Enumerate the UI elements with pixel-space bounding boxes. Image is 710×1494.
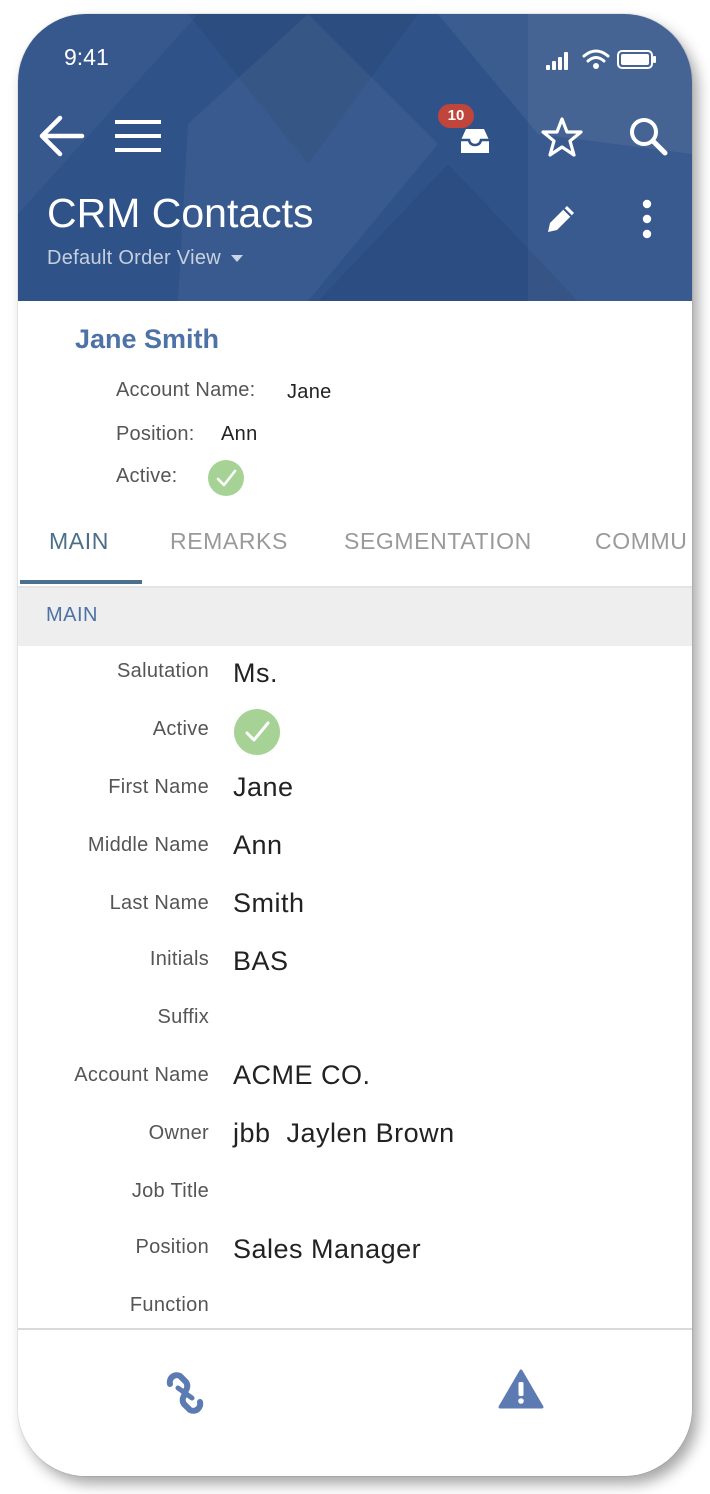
field-label-suffix: Suffix <box>157 1006 209 1028</box>
field-label-active: Active <box>152 718 209 740</box>
tab-bar: MAIN REMARKS SEGMENTATION COMMU <box>18 510 692 588</box>
field-label-job-title: Job Title <box>131 1180 209 1202</box>
section-title: MAIN <box>46 604 98 626</box>
field-value-position: Sales Manager <box>233 1234 422 1264</box>
battery-icon <box>617 50 656 69</box>
field-value-salutation: Ms. <box>233 658 278 688</box>
pencil-icon[interactable] <box>544 202 578 236</box>
page-title: CRM Contacts <box>47 190 314 236</box>
field-label-position: Position <box>135 1236 209 1258</box>
vertical-dots-icon[interactable] <box>640 198 654 240</box>
field-label-middle-name: Middle Name <box>87 834 209 856</box>
field-value-owner: jbb Jaylen Brown <box>233 1118 455 1148</box>
chain-link-icon[interactable] <box>162 1370 208 1416</box>
search-icon[interactable] <box>628 116 670 158</box>
active-tab-indicator <box>20 580 142 584</box>
field-label-owner: Owner <box>148 1122 209 1144</box>
field-label-first-name: First Name <box>108 776 209 798</box>
tab-main[interactable]: MAIN <box>49 528 109 555</box>
warning-triangle-icon[interactable] <box>498 1368 544 1410</box>
arrow-left-icon[interactable] <box>38 114 86 158</box>
status-icons <box>546 46 658 72</box>
hamburger-menu-icon[interactable] <box>115 118 161 154</box>
view-selector-label: Default Order View <box>47 247 221 269</box>
star-icon[interactable] <box>540 116 584 158</box>
field-label-last-name: Last Name <box>109 892 209 914</box>
summary-value-account-name: Jane <box>287 381 332 403</box>
tab-communication[interactable]: COMMU <box>595 528 687 555</box>
section-header: MAIN <box>18 588 692 646</box>
summary-label-position: Position: <box>116 423 195 445</box>
status-time: 9:41 <box>64 44 109 70</box>
tab-remarks[interactable]: REMARKS <box>170 528 288 555</box>
caret-down-icon <box>231 255 243 263</box>
app-header: 9:41 10 CRM Contacts Default Order View <box>18 14 692 301</box>
contact-name: Jane Smith <box>75 324 220 354</box>
phone-frame: 9:41 10 CRM Contacts Default Order View … <box>18 14 692 1476</box>
summary-value-position: Ann <box>221 423 258 445</box>
field-label-account-name: Account Name <box>74 1064 209 1086</box>
field-label-function: Function <box>129 1294 209 1316</box>
summary-label-account-name: Account Name: <box>116 379 256 401</box>
field-active-check-icon <box>234 709 280 755</box>
summary-active-check-icon <box>208 460 244 496</box>
view-selector[interactable]: Default Order View <box>47 247 243 270</box>
summary-label-active: Active: <box>116 465 178 487</box>
field-value-account-name: ACME CO. <box>233 1060 371 1090</box>
signal-icon <box>546 52 568 70</box>
tab-segmentation[interactable]: SEGMENTATION <box>344 528 532 555</box>
inbox-badge: 10 <box>438 104 474 128</box>
inbox-tray-icon[interactable] <box>458 126 492 156</box>
field-label-salutation: Salutation <box>117 660 209 682</box>
field-value-last-name: Smith <box>233 888 305 918</box>
wifi-icon <box>582 49 610 63</box>
field-label-initials: Initials <box>149 948 209 970</box>
field-value-first-name: Jane <box>233 772 294 802</box>
field-value-middle-name: Ann <box>233 830 283 860</box>
field-value-initials: BAS <box>233 946 289 976</box>
bottom-action-bar <box>18 1328 692 1476</box>
